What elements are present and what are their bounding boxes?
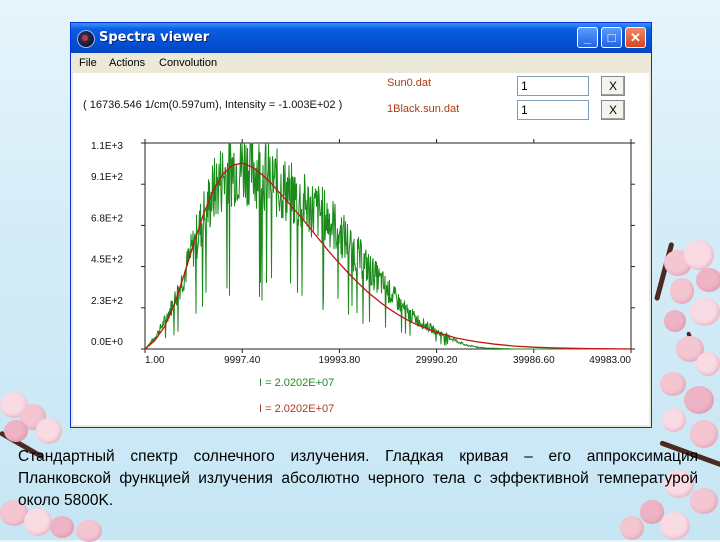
client-area: Sun0.dat X ( 16736.546 1/cm(0.597um), In…	[73, 73, 649, 425]
cursor-readout: ( 16736.546 1/cm(0.597um), Intensity = -…	[83, 99, 343, 111]
x-tick-label: 1.00	[145, 355, 165, 366]
menu-convolution[interactable]: Convolution	[159, 57, 217, 69]
spectra-viewer-window: Spectra viewer _ □ ✕ File Actions Convol…	[70, 22, 652, 428]
y-tick-label: 2.3E+2	[91, 296, 123, 307]
menu-bar: File Actions Convolution	[71, 53, 651, 73]
x-tick-label: 29990.20	[416, 355, 458, 366]
y-tick-label: 6.8E+2	[91, 213, 123, 224]
scale-field-sun0[interactable]	[517, 76, 589, 96]
x-tick-label: 19993.80	[319, 355, 361, 366]
title-bar[interactable]: Spectra viewer _ □ ✕	[71, 23, 651, 53]
slide-caption: Стандартный спектр солнечного излучения.…	[18, 448, 698, 509]
file-label-blackbody: 1Black.sun.dat	[387, 103, 460, 115]
integral-readout-sun0: I = 2.0202E+07	[259, 377, 335, 389]
remove-button-sun0[interactable]: X	[601, 76, 625, 96]
minimize-button[interactable]: _	[577, 27, 598, 48]
remove-button-blackbody[interactable]: X	[601, 100, 625, 120]
spectrum-chart[interactable]: 0.0E+0 2.3E+2 4.5E+2 6.8E+2 9.1E+2 1.1E+3 1.00…	[73, 125, 649, 425]
x-tick-label: 39986.60	[513, 355, 555, 366]
file-label-sun0: Sun0.dat	[387, 77, 432, 89]
window-title: Spectra viewer	[99, 30, 210, 45]
integral-readout-blackbody: I = 2.0202E+07	[259, 403, 335, 415]
y-tick-label: 0.0E+0	[91, 337, 123, 348]
x-tick-label: 9997.40	[224, 355, 261, 366]
app-icon	[77, 30, 95, 48]
plot-frame	[144, 142, 632, 350]
y-tick-label: 4.5E+2	[91, 255, 123, 266]
x-tick-label: 49983.00	[589, 355, 631, 366]
menu-file[interactable]: File	[79, 57, 97, 69]
maximize-button[interactable]: □	[601, 27, 622, 48]
menu-actions[interactable]: Actions	[109, 57, 145, 69]
close-button[interactable]: ✕	[625, 27, 646, 48]
y-tick-label: 9.1E+2	[91, 172, 123, 183]
y-tick-label: 1.1E+3	[91, 141, 123, 152]
scale-field-blackbody[interactable]	[517, 100, 589, 120]
